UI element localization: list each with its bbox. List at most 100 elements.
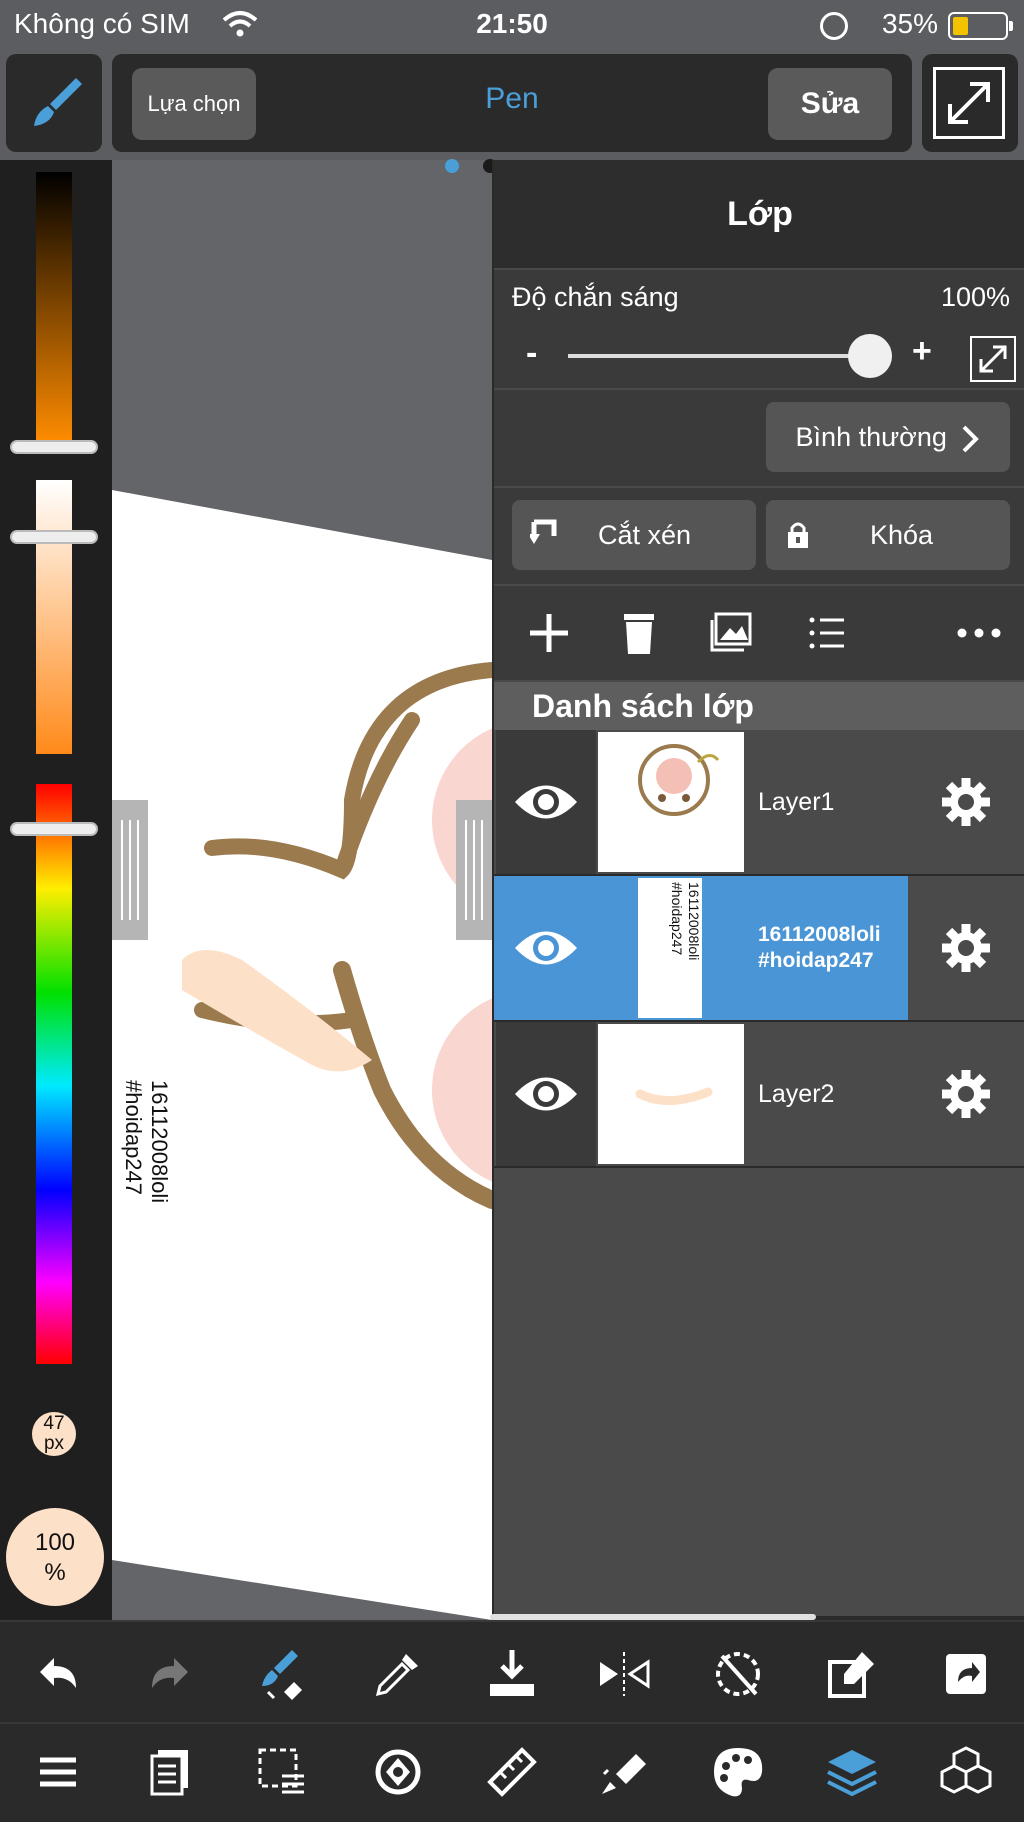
brightness-slider[interactable] xyxy=(36,172,72,442)
layer-list-header: Danh sách lớp xyxy=(494,682,1024,730)
saturation-slider[interactable] xyxy=(36,480,72,754)
list-icon[interactable] xyxy=(802,608,852,658)
brush-icon xyxy=(34,78,82,126)
layer-name-line2: #hoidap247 xyxy=(758,949,874,972)
layer-name: Layer2 xyxy=(758,1080,835,1108)
brightness-knob[interactable] xyxy=(12,442,96,452)
gear-icon xyxy=(942,1070,990,1118)
saturation-knob[interactable] xyxy=(12,532,96,542)
redo-icon[interactable] xyxy=(142,1646,198,1702)
layer-settings-button[interactable] xyxy=(908,876,1024,1020)
opacity-minus-button[interactable]: - xyxy=(526,334,537,373)
edit-button[interactable]: Sửa xyxy=(768,68,892,140)
fill-icon[interactable] xyxy=(596,1744,652,1800)
thumbnail-text-line1: 16112008loli xyxy=(686,882,702,961)
layer-name-line1: 16112008loli xyxy=(758,923,881,946)
blend-mode-button[interactable]: Bình thường xyxy=(766,402,1010,472)
layer-row[interactable]: Layer2 xyxy=(494,1022,1024,1168)
lock-label: Khóa xyxy=(870,520,934,550)
layer-row[interactable]: Layer1 xyxy=(494,730,1024,876)
clipping-button[interactable]: Cắt xén xyxy=(512,500,756,570)
trash-icon[interactable] xyxy=(614,608,664,658)
palette-icon[interactable] xyxy=(710,1744,766,1800)
brush-size-button[interactable]: 47 px xyxy=(32,1412,76,1456)
brush-size-unit: px xyxy=(43,1433,65,1454)
layer-panel: Lớp Độ chắn sáng 100% - + Bình thường Cắ… xyxy=(492,160,1024,1616)
rotate-reset-icon[interactable] xyxy=(710,1646,766,1702)
visibility-toggle[interactable] xyxy=(496,730,596,874)
drawing-canvas[interactable]: 16112008loli #hoidap247 xyxy=(112,160,492,1620)
canvas-text-line1: 16112008loli xyxy=(147,1080,172,1204)
layer-settings-button[interactable] xyxy=(908,1022,1024,1166)
layer-panel-title: Lớp xyxy=(494,160,1024,268)
brush-opacity-button[interactable]: 100 % xyxy=(6,1508,104,1606)
clipping-label: Cắt xén xyxy=(598,520,692,550)
clip-lock-section: Cắt xén Khóa xyxy=(494,488,1024,584)
rotation-lock-icon xyxy=(820,12,848,40)
ruler-icon[interactable] xyxy=(484,1744,540,1800)
layer-name: Layer1 xyxy=(758,788,835,816)
selection-icon[interactable] xyxy=(254,1744,310,1800)
expand-icon xyxy=(933,67,1005,139)
color-panel xyxy=(0,160,112,1620)
visibility-toggle[interactable] xyxy=(496,876,596,1020)
save-icon[interactable] xyxy=(484,1646,540,1702)
layer-opacity-section: Độ chắn sáng 100% - + xyxy=(494,270,1024,388)
flip-icon[interactable] xyxy=(596,1646,652,1702)
menu-icon[interactable] xyxy=(30,1744,86,1800)
blend-mode-label: Bình thường xyxy=(795,422,947,452)
eye-icon xyxy=(515,1077,577,1111)
brush-transform-icon[interactable] xyxy=(254,1646,310,1702)
clock: 21:50 xyxy=(476,8,548,39)
lock-icon xyxy=(788,522,808,548)
hue-slider[interactable] xyxy=(36,784,72,1364)
brush-opacity-value: 100 xyxy=(34,1529,76,1556)
brush-tool-button[interactable] xyxy=(6,54,102,152)
edit-frame-icon[interactable] xyxy=(824,1646,880,1702)
opacity-expand-icon[interactable] xyxy=(970,336,1016,382)
layer-thumbnail: 16112008loli #hoidap247 xyxy=(598,878,744,1018)
image-icon[interactable] xyxy=(706,608,756,658)
gear-icon xyxy=(942,778,990,826)
canvas-rotated-text: 16112008loli #hoidap247 xyxy=(120,1080,172,1240)
rotate-icon[interactable] xyxy=(370,1744,426,1800)
hue-knob[interactable] xyxy=(12,824,96,834)
chevron-right-icon xyxy=(963,425,980,453)
opacity-slider-knob[interactable] xyxy=(848,334,892,378)
opacity-plus-button[interactable]: + xyxy=(912,332,932,371)
blend-mode-section: Bình thường xyxy=(494,390,1024,486)
visibility-toggle[interactable] xyxy=(496,1022,596,1166)
layer-thumbnail xyxy=(598,1024,744,1164)
opacity-slider[interactable] xyxy=(568,354,868,358)
add-icon[interactable] xyxy=(524,608,574,658)
thumbnail-text-line2: #hoidap247 xyxy=(669,882,685,956)
opacity-value: 100% xyxy=(940,282,1010,312)
brush-opacity-unit: % xyxy=(44,1559,66,1586)
opacity-label: Độ chắn sáng xyxy=(512,282,679,312)
pages-icon[interactable] xyxy=(142,1744,198,1800)
canvas-artwork xyxy=(112,490,492,1620)
battery-icon xyxy=(948,12,1013,40)
3d-icon[interactable] xyxy=(938,1744,994,1800)
thumbnail-text: 16112008loli #hoidap247 xyxy=(668,882,702,1014)
layer-name: 16112008loli #hoidap247 xyxy=(758,922,881,974)
lock-button[interactable]: Khóa xyxy=(766,500,1010,570)
eyedropper-icon[interactable] xyxy=(370,1646,426,1702)
layers-icon[interactable] xyxy=(824,1744,880,1800)
layer-row-active[interactable]: 16112008loli #hoidap247 16112008loli #ho… xyxy=(494,876,1024,1022)
status-bar: Không có SIM 21:50 35% xyxy=(0,0,1024,50)
brush-size-value: 47 xyxy=(43,1413,65,1434)
undo-icon[interactable] xyxy=(30,1646,86,1702)
top-toolbar: Lựa chọn Pen Sửa xyxy=(0,50,1024,160)
more-icon[interactable] xyxy=(954,608,1004,658)
fullscreen-button[interactable] xyxy=(922,54,1018,152)
canvas-text-line2: #hoidap247 xyxy=(121,1080,146,1196)
battery-percent: 35% xyxy=(881,8,938,39)
gear-icon xyxy=(942,924,990,972)
clip-arrow-icon xyxy=(530,519,557,544)
eye-icon xyxy=(515,785,577,819)
share-icon[interactable] xyxy=(938,1646,994,1702)
layer-thumbnail xyxy=(598,732,744,872)
layer-settings-button[interactable] xyxy=(908,730,1024,874)
bottom-toolbar-actions xyxy=(0,1620,1024,1722)
